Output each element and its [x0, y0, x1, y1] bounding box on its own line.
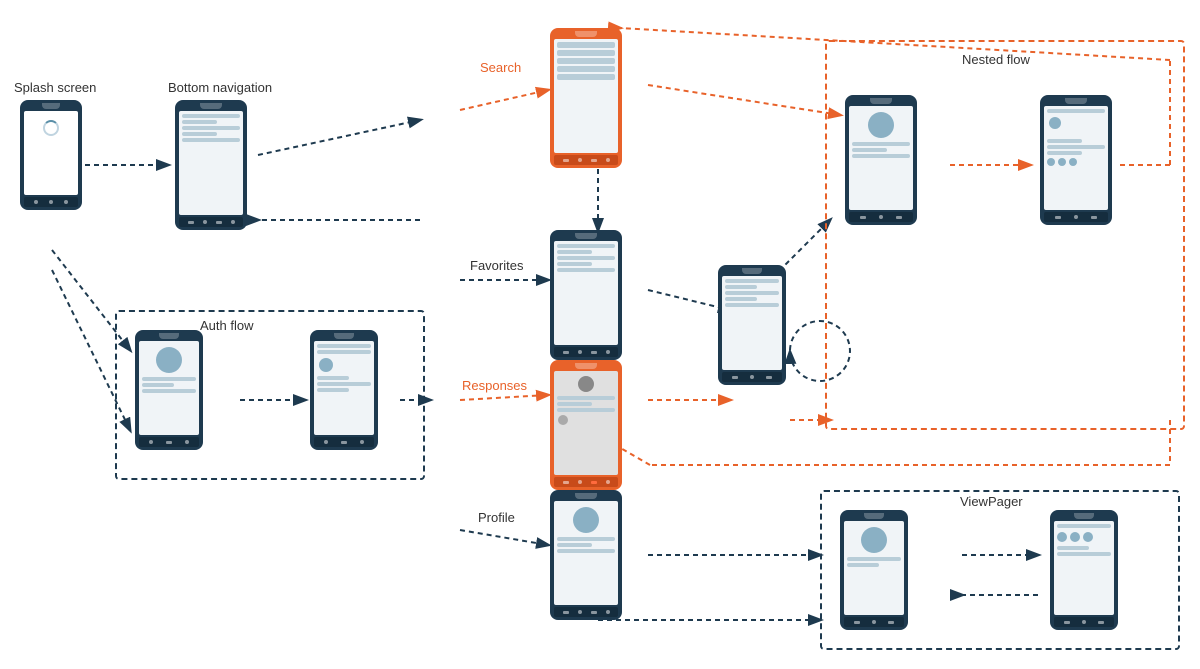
- label-auth-flow: Auth flow: [200, 318, 253, 333]
- phone-splash: [20, 100, 82, 210]
- loading-spinner: [43, 120, 59, 136]
- phone-fav-dest: [718, 265, 786, 385]
- phone-auth-1: [135, 330, 203, 450]
- phone-nested-2: [1040, 95, 1112, 225]
- label-responses: Responses: [462, 378, 527, 393]
- phone-nested-1: [845, 95, 917, 225]
- phone-viewpager-2: [1050, 510, 1118, 630]
- label-viewpager: ViewPager: [960, 494, 1023, 509]
- phone-auth-2: [310, 330, 378, 450]
- label-profile: Profile: [478, 510, 515, 525]
- phone-bottom-nav: [175, 100, 247, 230]
- phone-viewpager-1: [840, 510, 908, 630]
- phone-favorites: [550, 230, 622, 360]
- diagram-container: Splash screen Bottom navigation Auth flo…: [0, 0, 1200, 669]
- label-search: Search: [480, 60, 521, 75]
- label-splash: Splash screen: [14, 80, 96, 95]
- phone-responses: [550, 360, 622, 490]
- label-favorites: Favorites: [470, 258, 523, 273]
- phone-profile: [550, 490, 622, 620]
- label-nested-flow: Nested flow: [962, 52, 1030, 67]
- phone-search: [550, 28, 622, 168]
- label-bottom-nav: Bottom navigation: [168, 80, 272, 95]
